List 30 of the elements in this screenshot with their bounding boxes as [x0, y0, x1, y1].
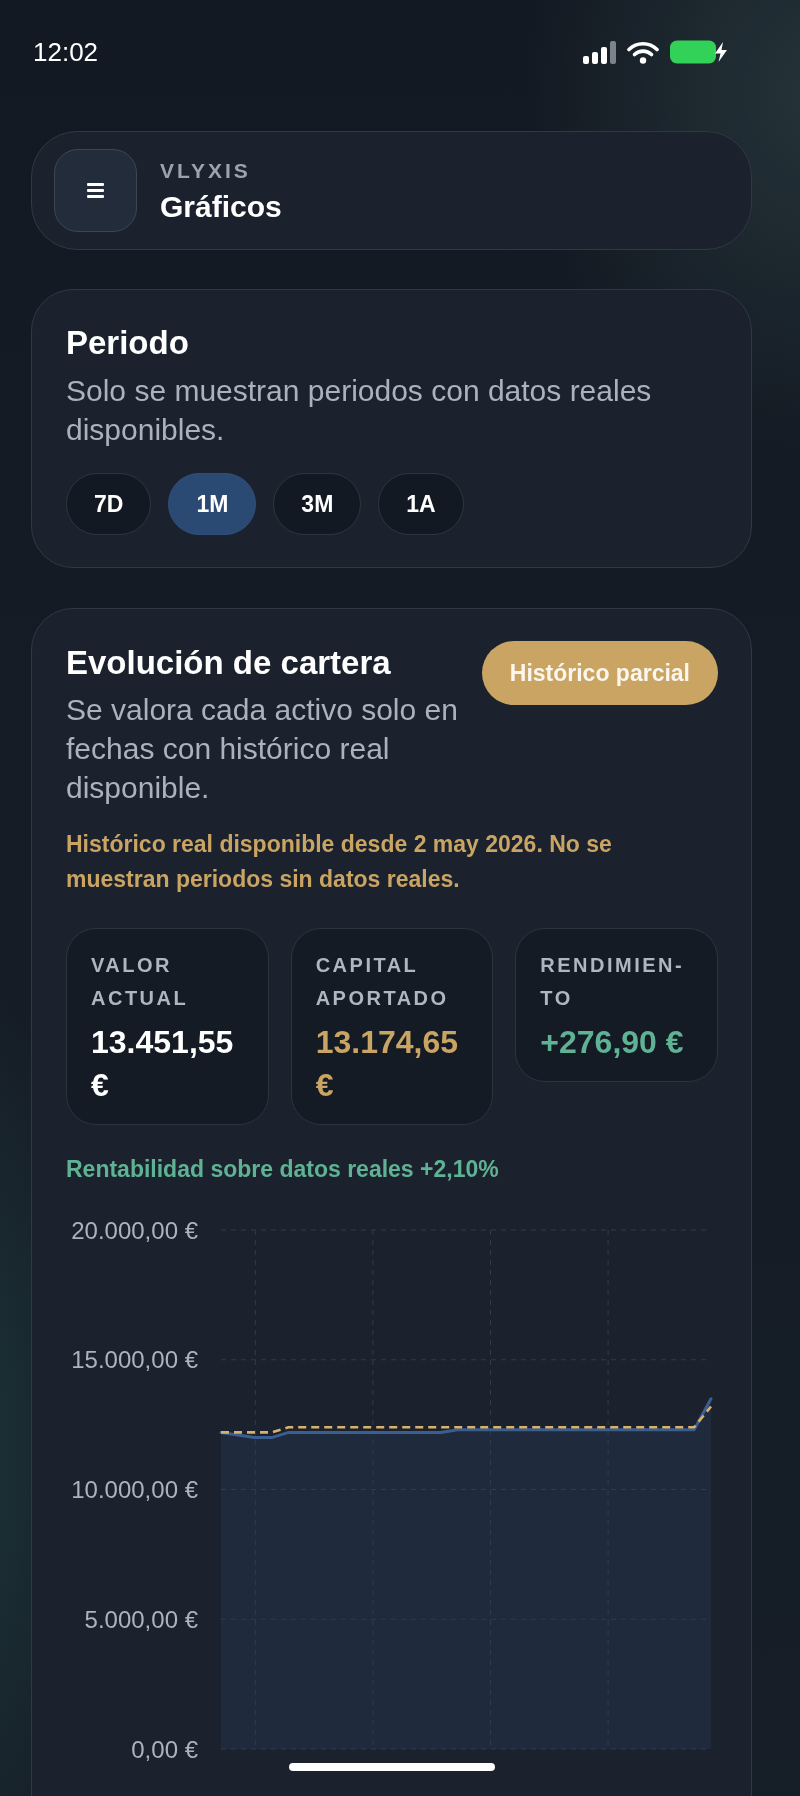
section-description: Se valora cada activo solo en fechas con histórico real disponible.	[66, 692, 459, 806]
return-note: Rentabilidad sobre datos reales +2,10%	[66, 1155, 500, 1184]
y-axis-label: 10.000,00 €	[71, 1476, 198, 1503]
y-axis-label: 20.000,00 €	[71, 1216, 198, 1244]
menu-icon	[87, 183, 104, 198]
brand-name: VLYXIS	[160, 157, 252, 184]
section-title: Evolución de cartera	[66, 644, 392, 682]
y-axis-label: 0,00 €	[131, 1735, 198, 1763]
period-tab[interactable]: 3M	[273, 473, 362, 535]
stat-value: 13.451,55 €	[91, 1023, 235, 1105]
status-time: 12:02	[33, 37, 99, 67]
stat-value: +276,90 €	[540, 1023, 685, 1062]
y-axis-label: 15.000,00 €	[71, 1346, 198, 1374]
page-title: Gráficos	[160, 189, 282, 224]
period-tab[interactable]: 1M	[168, 473, 257, 535]
period-tab[interactable]: 7D	[66, 473, 152, 535]
y-axis-label: 5.000,00 €	[84, 1605, 198, 1633]
section-title: Periodo	[66, 324, 190, 362]
stat-value: 13.174,65 €	[315, 1023, 459, 1105]
stat-label: RENDIMIEN-TO	[540, 953, 686, 1011]
status-badge: Histórico parcial	[481, 641, 718, 705]
stat-label: CAPITAL APORTADO	[315, 953, 450, 1011]
battery-charging-icon	[670, 40, 730, 64]
signal-icon	[583, 40, 616, 64]
menu-button[interactable]	[54, 149, 137, 232]
wifi-icon	[627, 40, 659, 64]
period-tab[interactable]: 1A	[378, 473, 464, 535]
notice-text: Histórico real disponible desde 2 may 2026. No se muestran periodos sin datos reales.	[66, 830, 613, 894]
section-description: Solo se muestran periodos con datos reales disponibles.	[66, 373, 653, 448]
stat-label: VALOR ACTUAL	[91, 953, 190, 1011]
